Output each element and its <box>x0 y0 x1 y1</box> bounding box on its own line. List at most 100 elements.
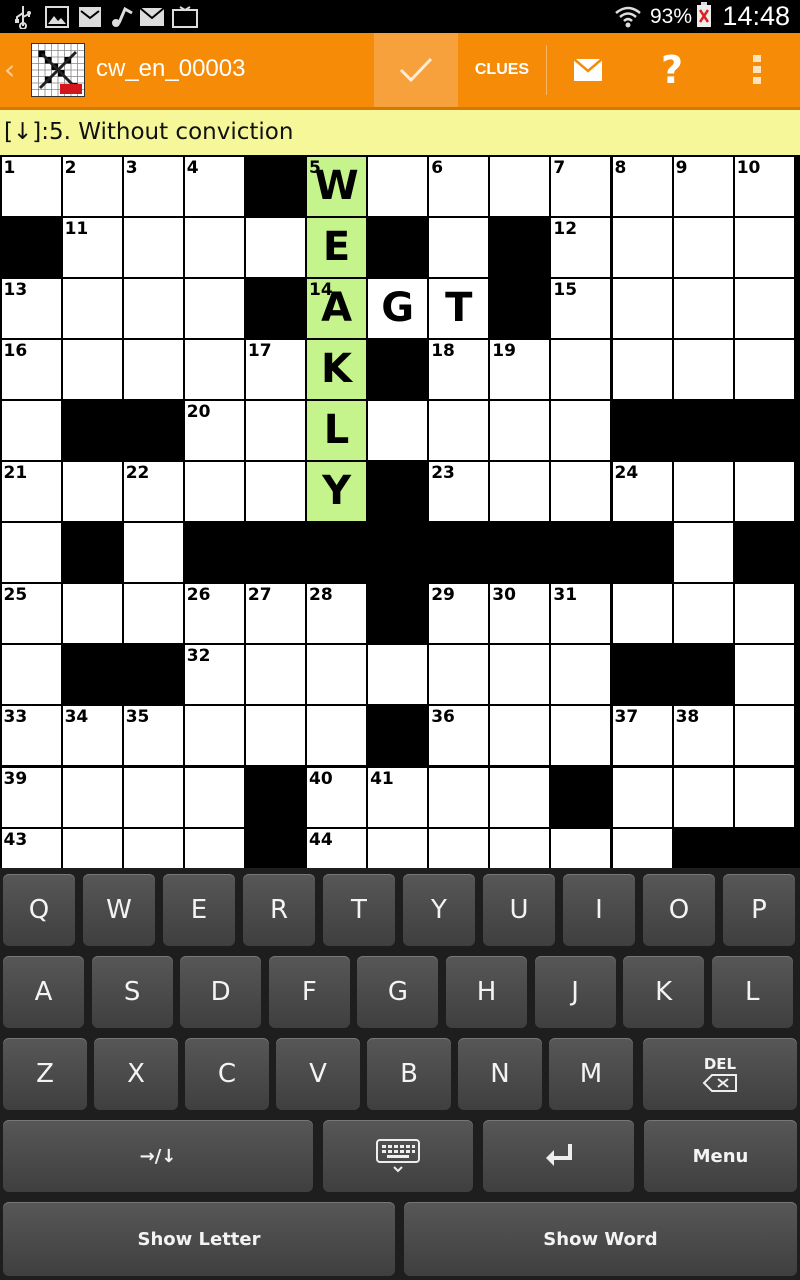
grid-cell[interactable] <box>123 584 183 644</box>
grid-cell[interactable]: 36 <box>429 706 489 766</box>
grid-cell[interactable] <box>551 828 611 868</box>
grid-cell[interactable]: 21 <box>1 462 61 522</box>
grid-cell[interactable] <box>368 828 428 868</box>
grid-cell[interactable] <box>612 828 672 868</box>
grid-cell[interactable] <box>62 584 122 644</box>
key-m[interactable]: M <box>549 1038 633 1110</box>
grid-cell[interactable]: 43 <box>1 828 61 868</box>
clues-button[interactable]: CLUES <box>463 33 541 107</box>
key-o[interactable]: O <box>643 874 715 946</box>
hide-keyboard-key[interactable] <box>323 1120 473 1192</box>
grid-cell[interactable] <box>734 584 794 644</box>
key-n[interactable]: N <box>458 1038 542 1110</box>
grid-cell[interactable] <box>123 278 183 338</box>
grid-cell[interactable] <box>612 767 672 827</box>
grid-cell[interactable] <box>551 339 611 399</box>
grid-cell[interactable] <box>123 523 183 583</box>
grid-cell-selected[interactable]: 5W <box>307 156 367 216</box>
grid-cell[interactable] <box>245 645 305 705</box>
grid-cell[interactable] <box>62 828 122 868</box>
grid-cell[interactable] <box>184 217 244 277</box>
grid-cell[interactable]: 35 <box>123 706 183 766</box>
key-a[interactable]: A <box>3 956 84 1028</box>
grid-cell[interactable]: 29 <box>429 584 489 644</box>
key-g[interactable]: G <box>357 956 439 1028</box>
grid-cell[interactable]: 13 <box>1 278 61 338</box>
grid-cell[interactable] <box>429 400 489 460</box>
grid-cell[interactable] <box>429 217 489 277</box>
key-v[interactable]: V <box>276 1038 360 1110</box>
grid-cell[interactable] <box>429 828 489 868</box>
grid-cell[interactable] <box>612 584 672 644</box>
grid-cell[interactable] <box>551 645 611 705</box>
key-p[interactable]: P <box>723 874 795 946</box>
grid-cell[interactable] <box>734 706 794 766</box>
grid-cell[interactable] <box>734 278 794 338</box>
grid-cell[interactable]: 20 <box>184 400 244 460</box>
overflow-menu-button[interactable] <box>725 33 789 107</box>
grid-cell-selected[interactable]: E <box>307 217 367 277</box>
key-e[interactable]: E <box>163 874 235 946</box>
key-s[interactable]: S <box>91 956 173 1028</box>
grid-cell-selected[interactable]: K <box>307 339 367 399</box>
grid-cell[interactable] <box>245 400 305 460</box>
grid-cell[interactable] <box>490 828 550 868</box>
grid-cell[interactable] <box>673 767 733 827</box>
grid-cell[interactable] <box>184 828 244 868</box>
grid-cell[interactable] <box>734 217 794 277</box>
grid-cell[interactable] <box>673 523 733 583</box>
grid-cell-selected[interactable]: Y <box>307 462 367 522</box>
grid-cell-selected[interactable]: L <box>307 400 367 460</box>
grid-cell[interactable] <box>123 217 183 277</box>
grid-cell[interactable] <box>429 645 489 705</box>
key-d[interactable]: D <box>180 956 262 1028</box>
grid-cell[interactable] <box>429 767 489 827</box>
key-i[interactable]: I <box>563 874 635 946</box>
grid-cell[interactable] <box>184 706 244 766</box>
key-x[interactable]: X <box>94 1038 178 1110</box>
grid-cell[interactable]: 19 <box>490 339 550 399</box>
grid-cell[interactable] <box>62 767 122 827</box>
grid-cell[interactable] <box>551 400 611 460</box>
grid-cell[interactable] <box>734 339 794 399</box>
grid-cell[interactable]: 23 <box>429 462 489 522</box>
grid-cell[interactable] <box>490 156 550 216</box>
grid-cell[interactable] <box>62 339 122 399</box>
key-w[interactable]: W <box>83 874 155 946</box>
grid-cell[interactable] <box>307 645 367 705</box>
grid-cell[interactable] <box>245 706 305 766</box>
grid-cell[interactable] <box>1 645 61 705</box>
grid-cell[interactable] <box>734 462 794 522</box>
grid-cell[interactable]: 41 <box>368 767 428 827</box>
grid-cell[interactable]: 33 <box>1 706 61 766</box>
grid-cell[interactable] <box>184 278 244 338</box>
grid-cell[interactable] <box>123 339 183 399</box>
key-r[interactable]: R <box>243 874 315 946</box>
key-l[interactable]: L <box>711 956 793 1028</box>
check-button[interactable] <box>374 33 458 107</box>
grid-cell[interactable] <box>673 462 733 522</box>
grid-cell[interactable]: 9 <box>673 156 733 216</box>
grid-cell[interactable] <box>307 706 367 766</box>
grid-cell[interactable]: 15 <box>551 278 611 338</box>
show-word-button[interactable]: Show Word <box>404 1202 797 1276</box>
grid-cell[interactable]: 31 <box>551 584 611 644</box>
key-c[interactable]: C <box>185 1038 269 1110</box>
key-z[interactable]: Z <box>3 1038 87 1110</box>
grid-cell[interactable]: 11 <box>62 217 122 277</box>
grid-cell[interactable]: 32 <box>184 645 244 705</box>
grid-cell[interactable] <box>184 339 244 399</box>
grid-cell[interactable] <box>1 523 61 583</box>
grid-cell[interactable]: 3 <box>123 156 183 216</box>
grid-cell[interactable]: 16 <box>1 339 61 399</box>
grid-cell[interactable]: 2 <box>62 156 122 216</box>
grid-cell[interactable] <box>368 156 428 216</box>
grid-cell[interactable] <box>184 462 244 522</box>
grid-cell[interactable]: G <box>368 278 428 338</box>
grid-cell[interactable] <box>184 767 244 827</box>
grid-cell[interactable] <box>673 217 733 277</box>
grid-cell[interactable] <box>62 278 122 338</box>
grid-cell[interactable] <box>734 767 794 827</box>
grid-cell[interactable]: 6 <box>429 156 489 216</box>
grid-cell[interactable]: 22 <box>123 462 183 522</box>
